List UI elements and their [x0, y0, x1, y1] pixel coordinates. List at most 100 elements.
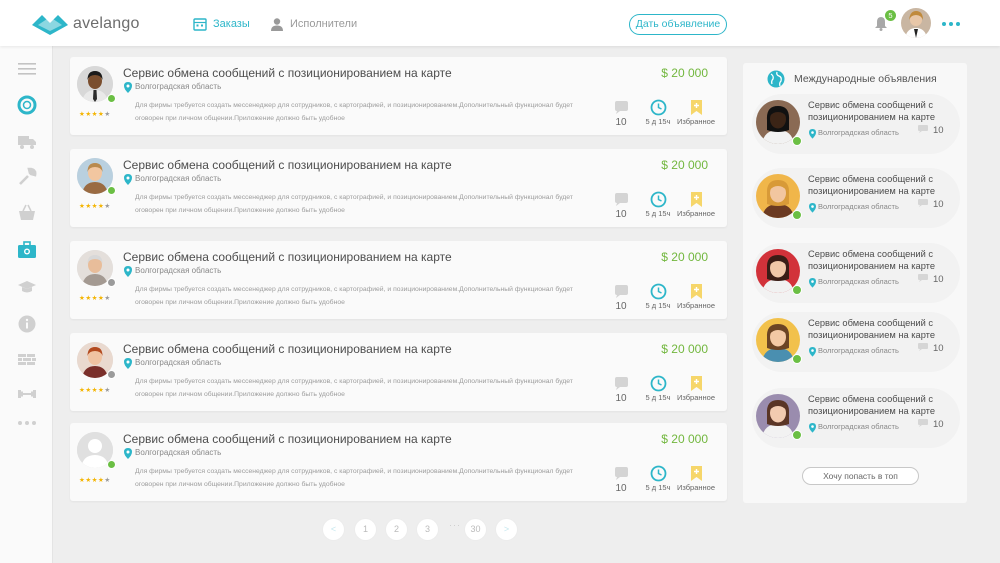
favorite-button[interactable]: Избранное: [674, 99, 718, 126]
dumbbell-icon[interactable]: [16, 383, 38, 405]
bricks-icon[interactable]: [16, 349, 38, 371]
international-panel: Международные объявления Сервис обмена с…: [743, 63, 967, 503]
lifebuoy-icon[interactable]: [16, 94, 38, 116]
rating-stars: ★★★★★: [79, 203, 111, 210]
order-location: Волгоградская область: [135, 174, 222, 183]
wrench-icon[interactable]: [16, 166, 38, 188]
order-description: Для фирмы требуется создать мессенеджер …: [135, 102, 573, 122]
international-title-text[interactable]: Сервис обмена сообщений с позиционирован…: [808, 174, 952, 197]
order-description: Для фирмы требуется создать мессенеджер …: [135, 468, 573, 488]
comments-count: 10: [933, 274, 944, 285]
location-pin-icon: [809, 420, 816, 433]
comments-stat[interactable]: 10: [917, 198, 944, 211]
international-location: Волгоградская область: [818, 346, 899, 355]
more-menu-icon[interactable]: [942, 22, 960, 26]
globe-icon: [767, 70, 785, 88]
comments-stat[interactable]: 10: [610, 191, 632, 220]
pagination-next[interactable]: >: [496, 519, 517, 540]
time-left-stat: 5 д 15ч: [642, 375, 674, 402]
international-title-text[interactable]: Сервис обмена сообщений с позиционирован…: [808, 249, 952, 272]
order-card[interactable]: ★★★★★ Сервис обмена сообщений с позициони…: [70, 333, 727, 411]
pagination-last[interactable]: 30: [465, 519, 486, 540]
comments-count: 10: [615, 483, 627, 494]
comments-stat[interactable]: 10: [917, 124, 944, 137]
pagination-page[interactable]: 2: [386, 519, 407, 540]
international-title-text[interactable]: Сервис обмена сообщений с позиционирован…: [808, 394, 952, 417]
order-card[interactable]: ★★★★★ Сервис обмена сообщений с позициони…: [70, 57, 727, 135]
nav-performers-label: Исполнители: [290, 18, 358, 30]
order-location: Волгоградская область: [135, 448, 222, 457]
location-pin-icon: [809, 200, 816, 213]
international-title-text[interactable]: Сервис обмена сообщений с позиционирован…: [808, 100, 952, 123]
comment-icon: [917, 342, 929, 355]
favorite-button[interactable]: Избранное: [674, 465, 718, 492]
international-title-text[interactable]: Сервис обмена сообщений с позиционирован…: [808, 318, 952, 341]
order-price: $ 20 000: [661, 432, 708, 446]
bookmark-icon: [674, 375, 718, 392]
order-title[interactable]: Сервис обмена сообщений с позиционирован…: [123, 66, 452, 80]
comment-icon: [917, 124, 929, 137]
time-left-stat: 5 д 15ч: [642, 99, 674, 126]
international-card[interactable]: Сервис обмена сообщений с позиционирован…: [752, 94, 960, 154]
order-title[interactable]: Сервис обмена сообщений с позиционирован…: [123, 342, 452, 356]
comments-count: 10: [615, 301, 627, 312]
menu-icon[interactable]: [16, 58, 38, 80]
favorite-button[interactable]: Избранное: [674, 283, 718, 310]
favorite-button[interactable]: Избранное: [674, 375, 718, 402]
comments-stat[interactable]: 10: [610, 99, 632, 128]
international-card[interactable]: Сервис обмена сообщений с позиционирован…: [752, 388, 960, 448]
comments-stat[interactable]: 10: [917, 342, 944, 355]
international-location: Волгоградская область: [818, 277, 899, 286]
order-card[interactable]: ★★★★★ Сервис обмена сообщений с позициони…: [70, 241, 727, 319]
graduation-cap-icon[interactable]: [16, 276, 38, 298]
nav-orders[interactable]: Заказы: [193, 17, 250, 31]
comment-icon: [917, 273, 929, 286]
logo[interactable]: avelango: [30, 11, 140, 37]
clock-icon: [642, 283, 674, 300]
basket-icon[interactable]: [16, 202, 38, 224]
pagination-page[interactable]: 1: [355, 519, 376, 540]
info-icon[interactable]: [16, 313, 38, 335]
location-pin-icon: [124, 172, 132, 185]
clock-icon: [642, 465, 674, 482]
comments-stat[interactable]: 10: [610, 375, 632, 404]
comments-stat[interactable]: 10: [917, 273, 944, 286]
truck-icon[interactable]: [16, 130, 38, 152]
order-title[interactable]: Сервис обмена сообщений с позиционирован…: [123, 158, 452, 172]
comments-stat[interactable]: 10: [610, 283, 632, 312]
order-location: Волгоградская область: [135, 266, 222, 275]
more-icon[interactable]: [16, 412, 38, 434]
international-title: Международные объявления: [794, 73, 937, 85]
location-pin-icon: [124, 80, 132, 93]
favorite-label: Избранное: [676, 117, 715, 126]
status-dot: [792, 285, 802, 295]
order-title[interactable]: Сервис обмена сообщений с позиционирован…: [123, 250, 452, 264]
order-card[interactable]: ★★★★★ Сервис обмена сообщений с позициони…: [70, 149, 727, 227]
comments-stat[interactable]: 10: [917, 418, 944, 431]
logo-icon: [32, 15, 68, 35]
pagination-page[interactable]: 3: [417, 519, 438, 540]
comments-stat[interactable]: 10: [610, 465, 632, 494]
user-icon: [271, 18, 283, 31]
order-card[interactable]: ★★★★★ Сервис обмена сообщений с позициони…: [70, 423, 727, 501]
favorite-button[interactable]: Избранное: [674, 191, 718, 218]
get-to-top-button[interactable]: Хочу попасть в топ: [802, 467, 919, 485]
post-ad-button[interactable]: Дать объявление: [629, 14, 727, 35]
comment-icon: [610, 465, 632, 482]
status-dot: [107, 460, 116, 469]
order-price: $ 20 000: [661, 66, 708, 80]
user-avatar[interactable]: [901, 8, 931, 38]
international-card[interactable]: Сервис обмена сообщений с позиционирован…: [752, 168, 960, 228]
rating-stars: ★★★★★: [79, 111, 111, 118]
order-price: $ 20 000: [661, 158, 708, 172]
nav-performers[interactable]: Исполнители: [270, 17, 357, 31]
time-left-stat: 5 д 15ч: [642, 465, 674, 492]
notification-badge: 5: [885, 10, 896, 21]
briefcase-icon[interactable]: [16, 239, 38, 261]
pagination-prev[interactable]: <: [323, 519, 344, 540]
status-dot: [107, 186, 116, 195]
international-card[interactable]: Сервис обмена сообщений с позиционирован…: [752, 243, 960, 303]
international-location: Волгоградская область: [818, 128, 899, 137]
international-card[interactable]: Сервис обмена сообщений с позиционирован…: [752, 312, 960, 372]
order-title[interactable]: Сервис обмена сообщений с позиционирован…: [123, 432, 452, 446]
